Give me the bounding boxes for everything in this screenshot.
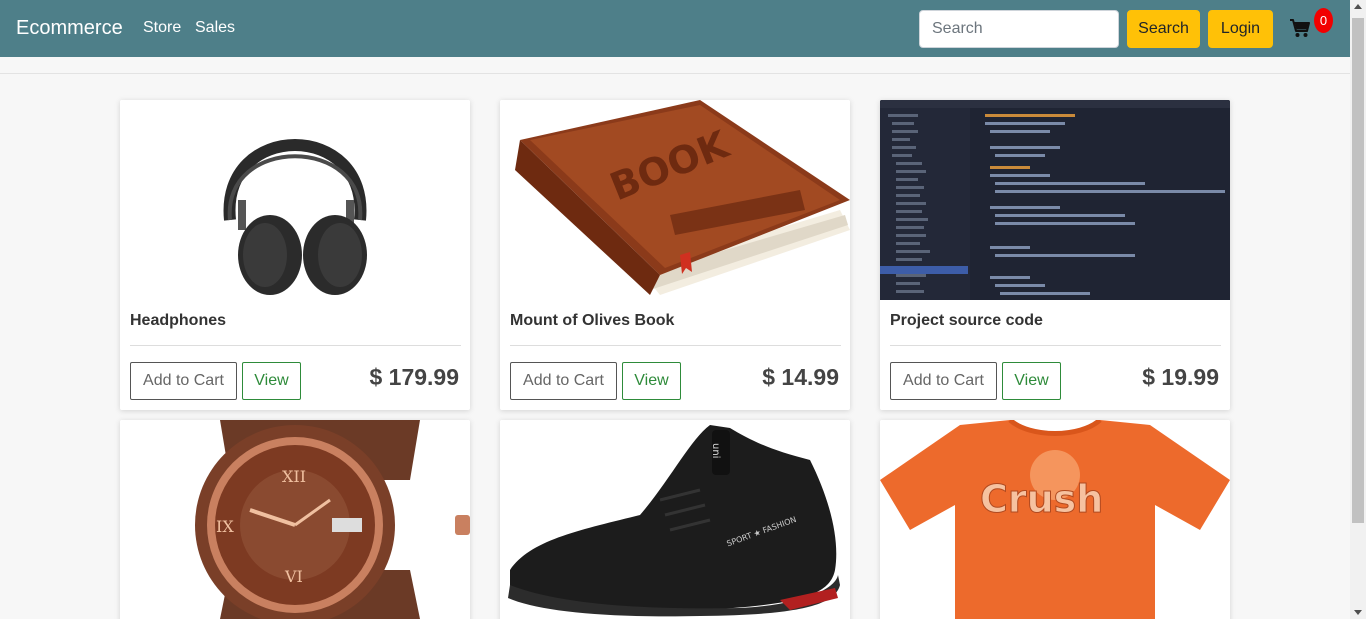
view-button[interactable]: View — [242, 362, 301, 400]
source-code-image[interactable] — [880, 100, 1230, 300]
add-to-cart-button[interactable]: Add to Cart — [130, 362, 237, 400]
sneaker-image[interactable]: uni SPORT ★ FASHION — [500, 420, 850, 619]
nav-link-sales[interactable]: Sales — [195, 19, 235, 37]
product-title: Mount of Olives Book — [510, 312, 675, 329]
login-button[interactable]: Login — [1208, 10, 1273, 48]
product-card: Project source code Add to Cart View $ 1… — [880, 100, 1230, 410]
card-divider — [130, 345, 461, 346]
scrollbar-thumb[interactable] — [1352, 18, 1364, 523]
cart-icon[interactable] — [1289, 18, 1311, 38]
tshirt-image[interactable]: Crush — [880, 420, 1230, 619]
product-card: XII VI IX — [120, 420, 470, 619]
product-card: Headphones Add to Cart View $ 179.99 — [120, 100, 470, 410]
svg-text:uni: uni — [710, 443, 721, 458]
cart-count-badge: 0 — [1314, 8, 1333, 33]
search-button[interactable]: Search — [1127, 10, 1200, 48]
view-button[interactable]: View — [622, 362, 681, 400]
search-input[interactable] — [919, 10, 1119, 48]
product-price: $ 14.99 — [762, 364, 839, 390]
brand-logo[interactable]: Ecommerce — [16, 17, 123, 40]
scroll-up-arrow-icon[interactable] — [1354, 4, 1362, 9]
watch-image[interactable]: XII VI IX — [120, 420, 470, 619]
add-to-cart-button[interactable]: Add to Cart — [510, 362, 617, 400]
book-image[interactable]: BOOK — [500, 100, 850, 300]
product-card: BOOK Mount of Olives Book Add to Cart Vi… — [500, 100, 850, 410]
headphones-image[interactable] — [120, 100, 470, 300]
svg-text:VI: VI — [284, 567, 303, 586]
view-button[interactable]: View — [1002, 362, 1061, 400]
card-divider — [890, 345, 1221, 346]
product-price: $ 179.99 — [369, 364, 459, 390]
product-price: $ 19.99 — [1142, 364, 1219, 390]
tshirt-print-text: Crush — [980, 477, 1103, 521]
nav-link-store[interactable]: Store — [143, 19, 181, 37]
product-card: Crush — [880, 420, 1230, 619]
svg-text:XII: XII — [282, 467, 306, 486]
card-divider — [510, 345, 841, 346]
divider — [0, 73, 1350, 74]
product-title: Project source code — [890, 312, 1043, 329]
add-to-cart-button[interactable]: Add to Cart — [890, 362, 997, 400]
svg-text:IX: IX — [216, 517, 234, 536]
product-title: Headphones — [130, 312, 227, 329]
navbar: Ecommerce Store Sales Search Login 0 — [0, 0, 1350, 57]
scroll-down-arrow-icon[interactable] — [1354, 610, 1362, 615]
product-card: uni SPORT ★ FASHION — [500, 420, 850, 619]
